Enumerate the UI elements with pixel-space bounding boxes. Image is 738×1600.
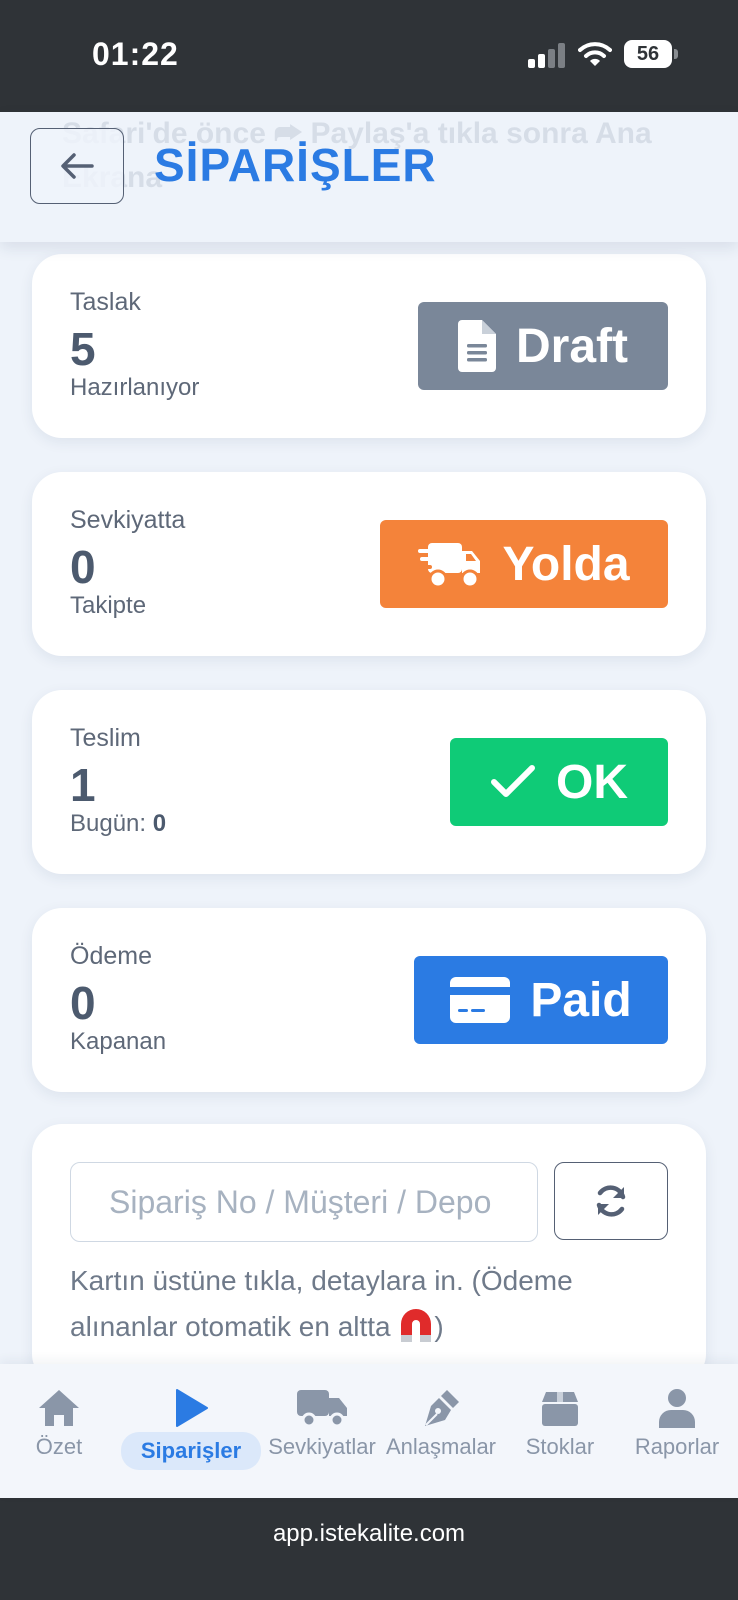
badge-label: Draft [515, 319, 628, 373]
user-icon [659, 1389, 695, 1428]
file-icon [457, 320, 496, 372]
search-input[interactable] [70, 1162, 538, 1242]
truck-icon [297, 1390, 347, 1428]
home-icon [39, 1390, 79, 1426]
page-title: SİPARİŞLER [154, 139, 437, 191]
nav-label: Raporlar [634, 1434, 720, 1459]
nav-item-anlasmalar[interactable]: Anlaşmalar [382, 1364, 500, 1498]
stat-label: Sevkiyatta [70, 506, 186, 534]
search-card: Kartın üstüne tıkla, detaylara in. (Ödem… [32, 1124, 706, 1384]
stat-sub: Kapanan [70, 1028, 167, 1055]
badge-label: Yolda [502, 537, 630, 591]
nav-item-raporlar[interactable]: Raporlar [626, 1364, 728, 1498]
url-text: app.istekalite.com [272, 1520, 466, 1547]
nav-label: Stoklar [525, 1434, 595, 1459]
back-button[interactable] [30, 128, 124, 204]
nav-item-sevkiyatlar[interactable]: Sevkiyatlar [264, 1364, 380, 1498]
nav-label: Özet [35, 1434, 83, 1459]
browser-url-bar[interactable]: app.istekalite.com [0, 1498, 738, 1600]
magnet-icon [401, 1309, 432, 1342]
today-label: Bugün: [70, 810, 147, 837]
wifi-icon [578, 42, 612, 66]
badge-label: OK [556, 755, 628, 809]
refresh-button[interactable] [554, 1162, 668, 1240]
hint-text-end: ) [434, 1311, 444, 1342]
stat-card-payment[interactable]: Ödeme 0 Kapanan Paid [32, 908, 706, 1092]
nav-item-ozet[interactable]: Özet [18, 1364, 100, 1498]
status-badge-draft: Draft [418, 302, 668, 390]
stat-sub: Takipte [70, 592, 147, 619]
stat-label: Teslim [70, 724, 141, 752]
status-badge-paid: Paid [414, 956, 668, 1044]
status-time: 01:22 [92, 36, 179, 72]
arrow-left-icon [61, 153, 94, 179]
stat-label: Ödeme [70, 942, 152, 970]
stat-value: 0 [70, 541, 96, 593]
nav-label: Sevkiyatlar [268, 1434, 376, 1459]
bottom-nav: Özet Siparişler Sevkiyatlar Anlaşmalar S… [0, 1364, 738, 1498]
stat-sub: Bugün: 0 [70, 810, 166, 838]
app-header: Safari'de önce ⮫ Paylaş'a tıkla sonra An… [0, 112, 738, 242]
stat-card-shipping[interactable]: Sevkiyatta 0 Takipte Yolda [32, 472, 706, 656]
stat-label: Taslak [70, 288, 141, 316]
stat-sub: Hazırlanıyor [70, 374, 200, 401]
pen-nib-icon [425, 1390, 459, 1426]
stat-value: 5 [70, 323, 96, 375]
stat-card-delivered[interactable]: Teslim 1 Bugün: 0 OK [32, 690, 706, 874]
nav-label: Siparişler [120, 1432, 262, 1470]
hint-text-body: Kartın üstüne tıkla, detaylara in. (Ödem… [70, 1265, 573, 1342]
status-badge-delivered: OK [450, 738, 668, 826]
battery-icon: 56 [624, 40, 678, 68]
stat-value: 0 [70, 977, 96, 1029]
today-count: 0 [152, 810, 167, 837]
status-bar: 01:22 56 [0, 0, 738, 112]
box-icon [542, 1392, 578, 1426]
status-badge-shipping: Yolda [380, 520, 668, 608]
play-icon [176, 1389, 208, 1427]
credit-card-icon [450, 977, 511, 1023]
check-icon [491, 765, 535, 797]
nav-item-stoklar[interactable]: Stoklar [512, 1364, 608, 1498]
stat-card-draft[interactable]: Taslak 5 Hazırlanıyor Draft [32, 254, 706, 438]
hint-text: Kartın üstüne tıkla, detaylara in. (Ödem… [70, 1258, 670, 1350]
nav-item-siparisler[interactable]: Siparişler [118, 1364, 264, 1498]
refresh-icon [596, 1185, 626, 1217]
signal-icon [528, 42, 566, 68]
stat-value: 1 [70, 759, 96, 811]
truck-fast-icon [418, 543, 481, 589]
nav-label: Anlaşmalar [385, 1434, 497, 1459]
badge-label: Paid [530, 973, 632, 1027]
